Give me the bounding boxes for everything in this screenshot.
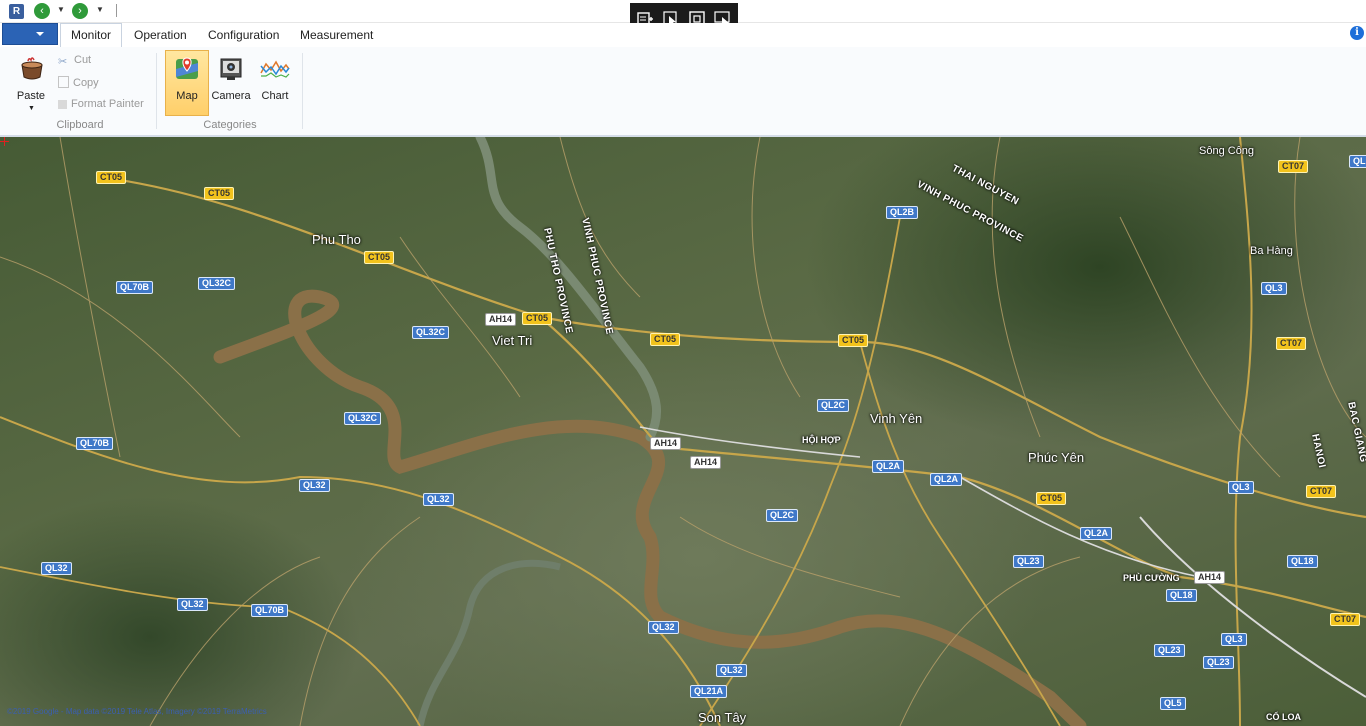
back-dropdown-icon[interactable]: ▼ [57,5,65,14]
place-label: Son Tây [698,710,747,725]
camera-button[interactable]: Camera [210,51,252,115]
route-shield: CT07 [1330,613,1361,626]
format-painter-button[interactable]: Format Painter [58,98,144,116]
route-shield: CT07 [1306,485,1337,498]
group-divider [156,53,157,129]
route-shield: QL32 [423,493,454,506]
route-shield: QL70B [116,281,154,294]
cut-label: Cut [74,54,92,66]
map-canvas [0,137,1366,726]
map-button[interactable]: Map [165,50,209,116]
map-view[interactable]: THAI NGUYEN VINH PHUC PROVINCE VINH PHUC… [0,137,1366,726]
route-shield: AH14 [1194,571,1226,584]
route-shield: QL32 [716,664,747,677]
route-shield: QL21A [690,685,728,698]
route-shield: QL32 [648,621,679,634]
group-divider [302,53,303,129]
route-shield: QL32C [198,277,236,290]
chart-button[interactable]: Chart [254,51,296,115]
tab-operation[interactable]: Operation [124,24,197,46]
tab-monitor[interactable]: Monitor [60,23,123,48]
route-shield: CT05 [96,171,127,184]
route-shield: AH14 [690,456,722,469]
map-icon [176,57,198,79]
place-label: Phúc Yên [1028,450,1085,465]
route-shield: QL23 [1154,644,1185,657]
route-shield: QL2A [872,460,905,473]
chart-label: Chart [261,90,289,102]
route-shield: QL70B [76,437,114,450]
route-shield: QL70B [251,604,289,617]
info-icon[interactable]: i [1350,26,1364,40]
route-shield: QL2A [930,473,963,486]
copy-button[interactable]: Copy [58,76,99,94]
route-shield: QL1 [1349,155,1366,168]
route-shield: QL32 [41,562,72,575]
route-shield: AH14 [650,437,682,450]
cut-button[interactable]: ✂ Cut [58,54,91,72]
camera-icon [220,58,242,80]
route-shield: QL32C [412,326,450,339]
route-shield: QL3 [1261,282,1287,295]
map-attribution: ©2019 Google - Map data ©2019 Tele Atlas… [7,707,267,716]
tab-measurement[interactable]: Measurement [290,24,383,46]
copy-icon [58,76,69,88]
paste-button[interactable]: Paste ▼ [10,51,52,115]
map-label: Map [176,90,198,102]
forward-arrow-icon[interactable]: › [72,3,88,19]
route-shield: QL18 [1166,589,1197,602]
ribbon-panel: Paste ▼ ✂ Cut Copy Format Painter Clipboa… [0,47,1366,137]
route-shield: QL32 [299,479,330,492]
route-shield: QL5 [1160,697,1186,710]
format-painter-icon [58,100,67,109]
route-shield: QL2A [1080,527,1113,540]
route-shield: CT05 [204,187,235,200]
place-label: Phu Tho [312,232,361,247]
route-shield: QL32C [344,412,382,425]
place-label: HỘI HỢP [802,435,841,445]
place-label: CỔ LOA [1266,712,1301,722]
categories-group-label: Categories [203,119,257,131]
route-shield: AH14 [485,313,517,326]
paste-label: Paste [16,90,46,102]
copy-label: Copy [73,77,99,89]
route-shield: CT07 [1278,160,1309,173]
scissors-icon: ✂ [58,56,68,68]
route-shield: QL2B [886,206,919,219]
place-label: Vinh Yên [870,411,923,426]
app-icon[interactable]: R [9,4,24,19]
route-shield: CT05 [1036,492,1067,505]
route-shield: QL23 [1013,555,1044,568]
chart-icon [260,60,290,78]
qat-divider [116,4,117,17]
route-shield: QL23 [1203,656,1234,669]
center-crosshair-icon [0,137,9,146]
place-label: PHÙ CƯỜNG [1123,573,1180,583]
route-shield: CT05 [650,333,681,346]
route-shield: QL2C [766,509,799,522]
tab-configuration[interactable]: Configuration [198,24,289,46]
back-arrow-icon[interactable]: ‹ [34,3,50,19]
clipboard-group-label: Clipboard [56,119,104,131]
route-shield: CT05 [364,251,395,264]
forward-dropdown-icon[interactable]: ▼ [96,5,104,14]
paste-icon [21,57,43,80]
route-shield: QL2C [817,399,850,412]
place-label: Viet Tri [492,333,533,348]
route-shield: CT05 [838,334,869,347]
route-shield: QL18 [1287,555,1318,568]
route-shield: QL3 [1221,633,1247,646]
place-label: Ba Hàng [1250,245,1293,257]
route-shield: CT07 [1276,337,1307,350]
format-painter-label: Format Painter [71,98,144,110]
application-menu-button[interactable] [2,23,58,45]
route-shield: QL32 [177,598,208,611]
camera-label: Camera [211,90,251,102]
paste-dropdown-icon[interactable]: ▼ [28,105,35,112]
route-shield: QL3 [1228,481,1254,494]
route-shield: CT05 [522,312,553,325]
place-label: Sông Công [1199,145,1255,157]
